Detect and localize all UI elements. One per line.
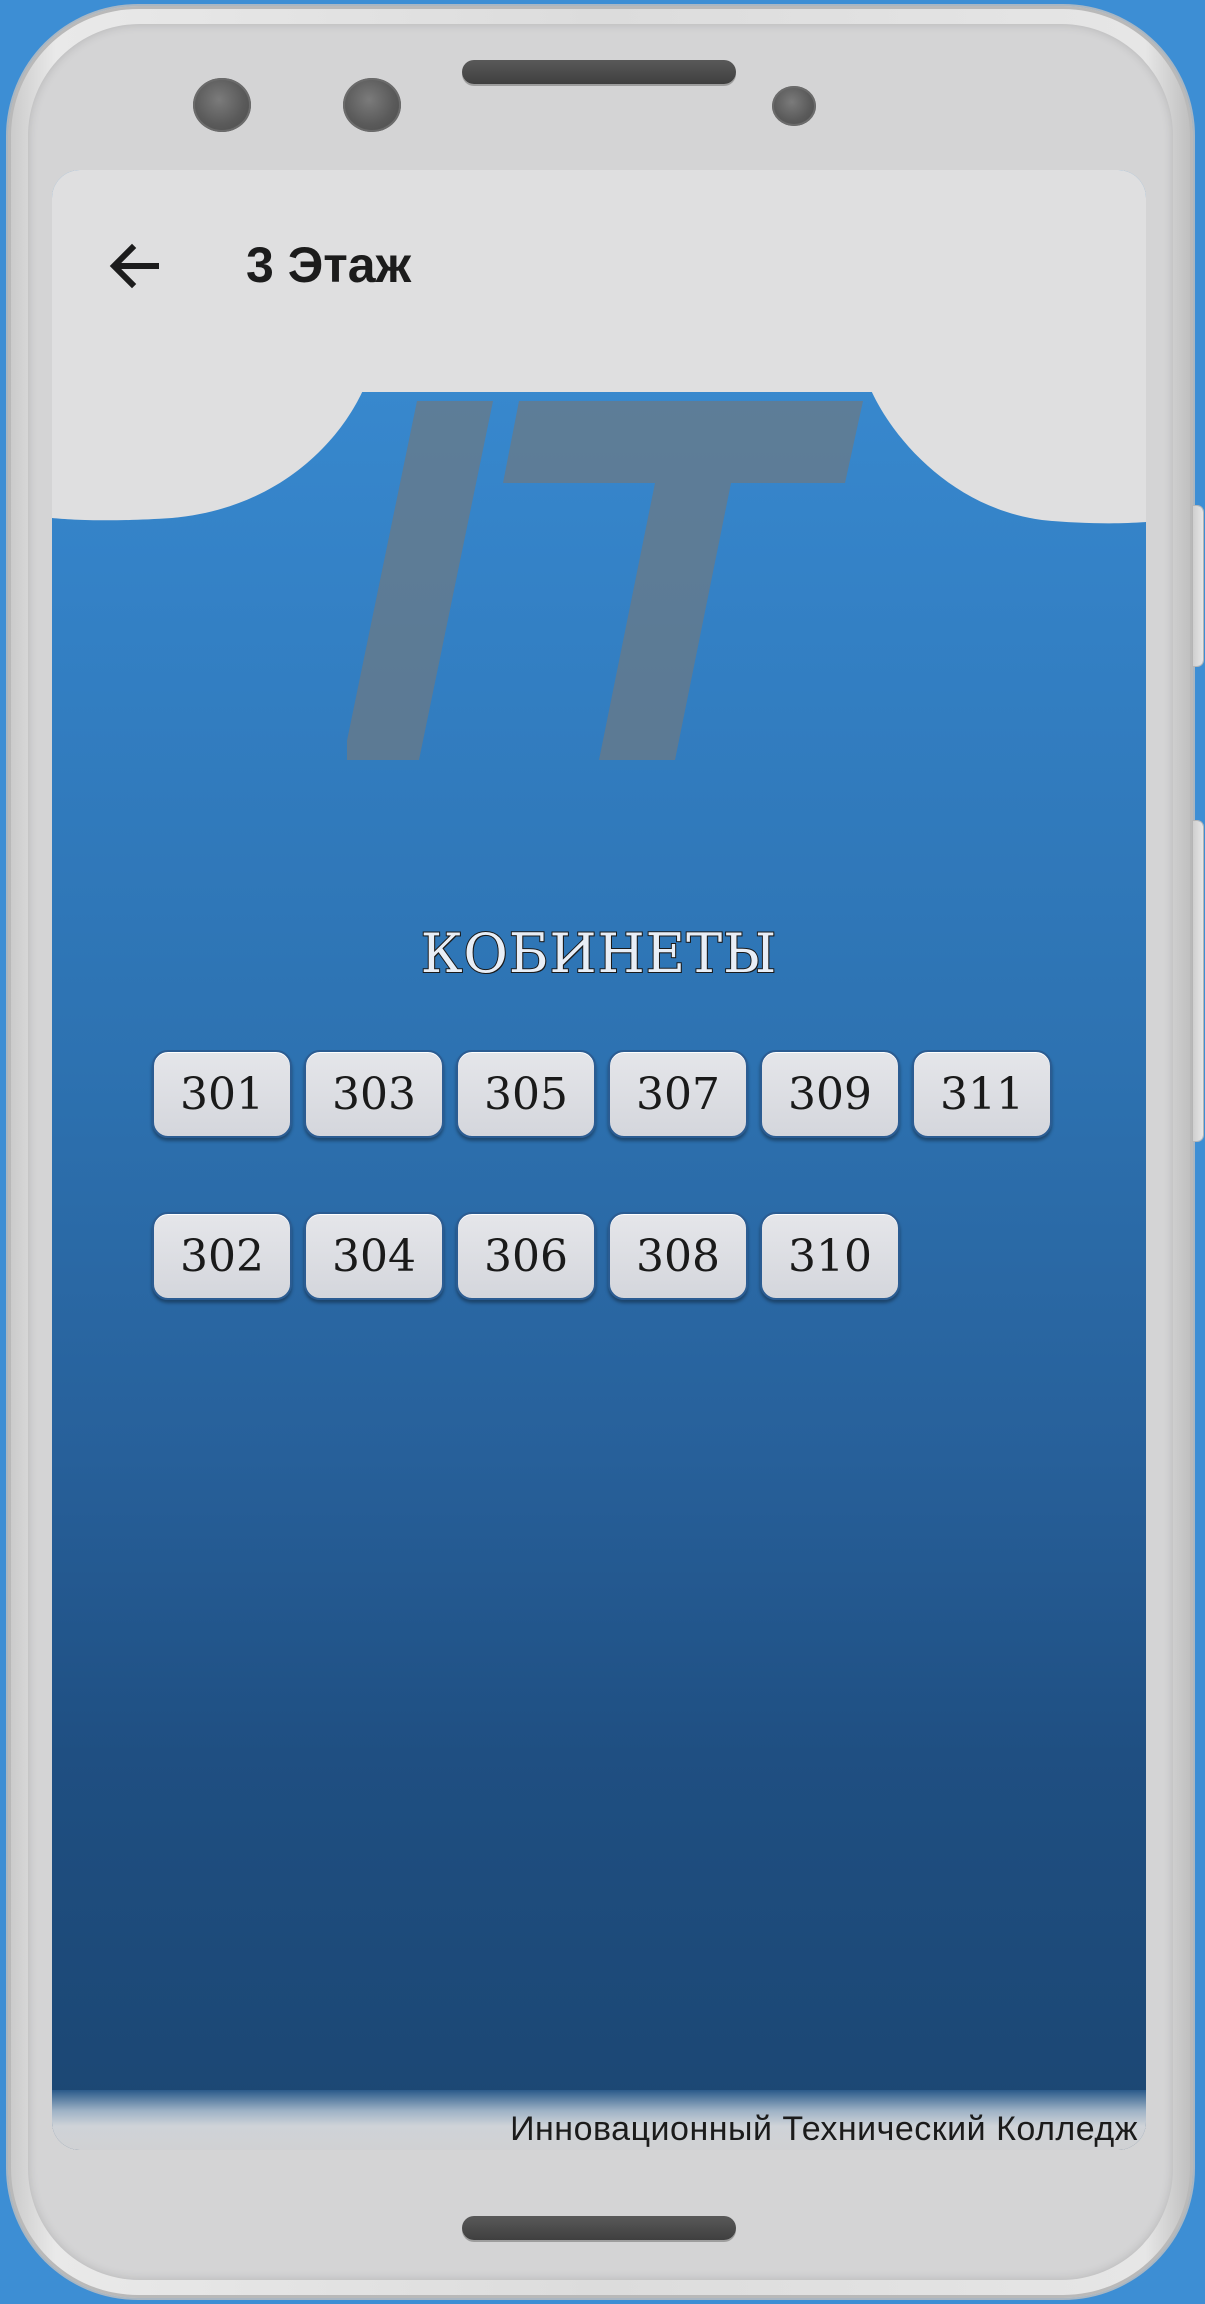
rooms-row-odd: 301 303 305 307 309 311 xyxy=(152,1050,1064,1138)
front-sensor-icon xyxy=(343,78,401,132)
rooms-heading: КОБИНЕТЫ xyxy=(420,921,778,986)
back-button[interactable] xyxy=(94,226,174,306)
rooms-row-even: 302 304 306 308 310 xyxy=(152,1212,912,1300)
arrow-left-icon xyxy=(109,243,159,289)
college-name: Инновационный Технический Колледж xyxy=(510,2110,1138,2148)
bottom-speaker xyxy=(462,2216,736,2240)
app-bar: 3 Этаж xyxy=(52,170,1146,392)
room-button-304[interactable]: 304 xyxy=(304,1212,444,1300)
room-button-306[interactable]: 306 xyxy=(456,1212,596,1300)
room-button-305[interactable]: 305 xyxy=(456,1050,596,1138)
volume-button xyxy=(1193,821,1203,1141)
front-camera-icon xyxy=(193,78,251,132)
earpiece-speaker xyxy=(462,60,736,84)
college-logo xyxy=(347,401,863,760)
power-button xyxy=(1193,506,1203,666)
room-button-303[interactable]: 303 xyxy=(304,1050,444,1138)
page-title: 3 Этаж xyxy=(246,237,412,293)
room-button-310[interactable]: 310 xyxy=(760,1212,900,1300)
device-background: 3 Этаж КОБИНЕТЫ 301 303 305 307 309 311 … xyxy=(0,0,1205,2304)
room-button-308[interactable]: 308 xyxy=(608,1212,748,1300)
proximity-sensor-icon xyxy=(772,86,816,126)
room-button-309[interactable]: 309 xyxy=(760,1050,900,1138)
room-button-302[interactable]: 302 xyxy=(152,1212,292,1300)
room-button-311[interactable]: 311 xyxy=(912,1050,1052,1138)
room-button-307[interactable]: 307 xyxy=(608,1050,748,1138)
room-button-301[interactable]: 301 xyxy=(152,1050,292,1138)
app-screen: 3 Этаж КОБИНЕТЫ 301 303 305 307 309 311 … xyxy=(52,170,1146,2150)
